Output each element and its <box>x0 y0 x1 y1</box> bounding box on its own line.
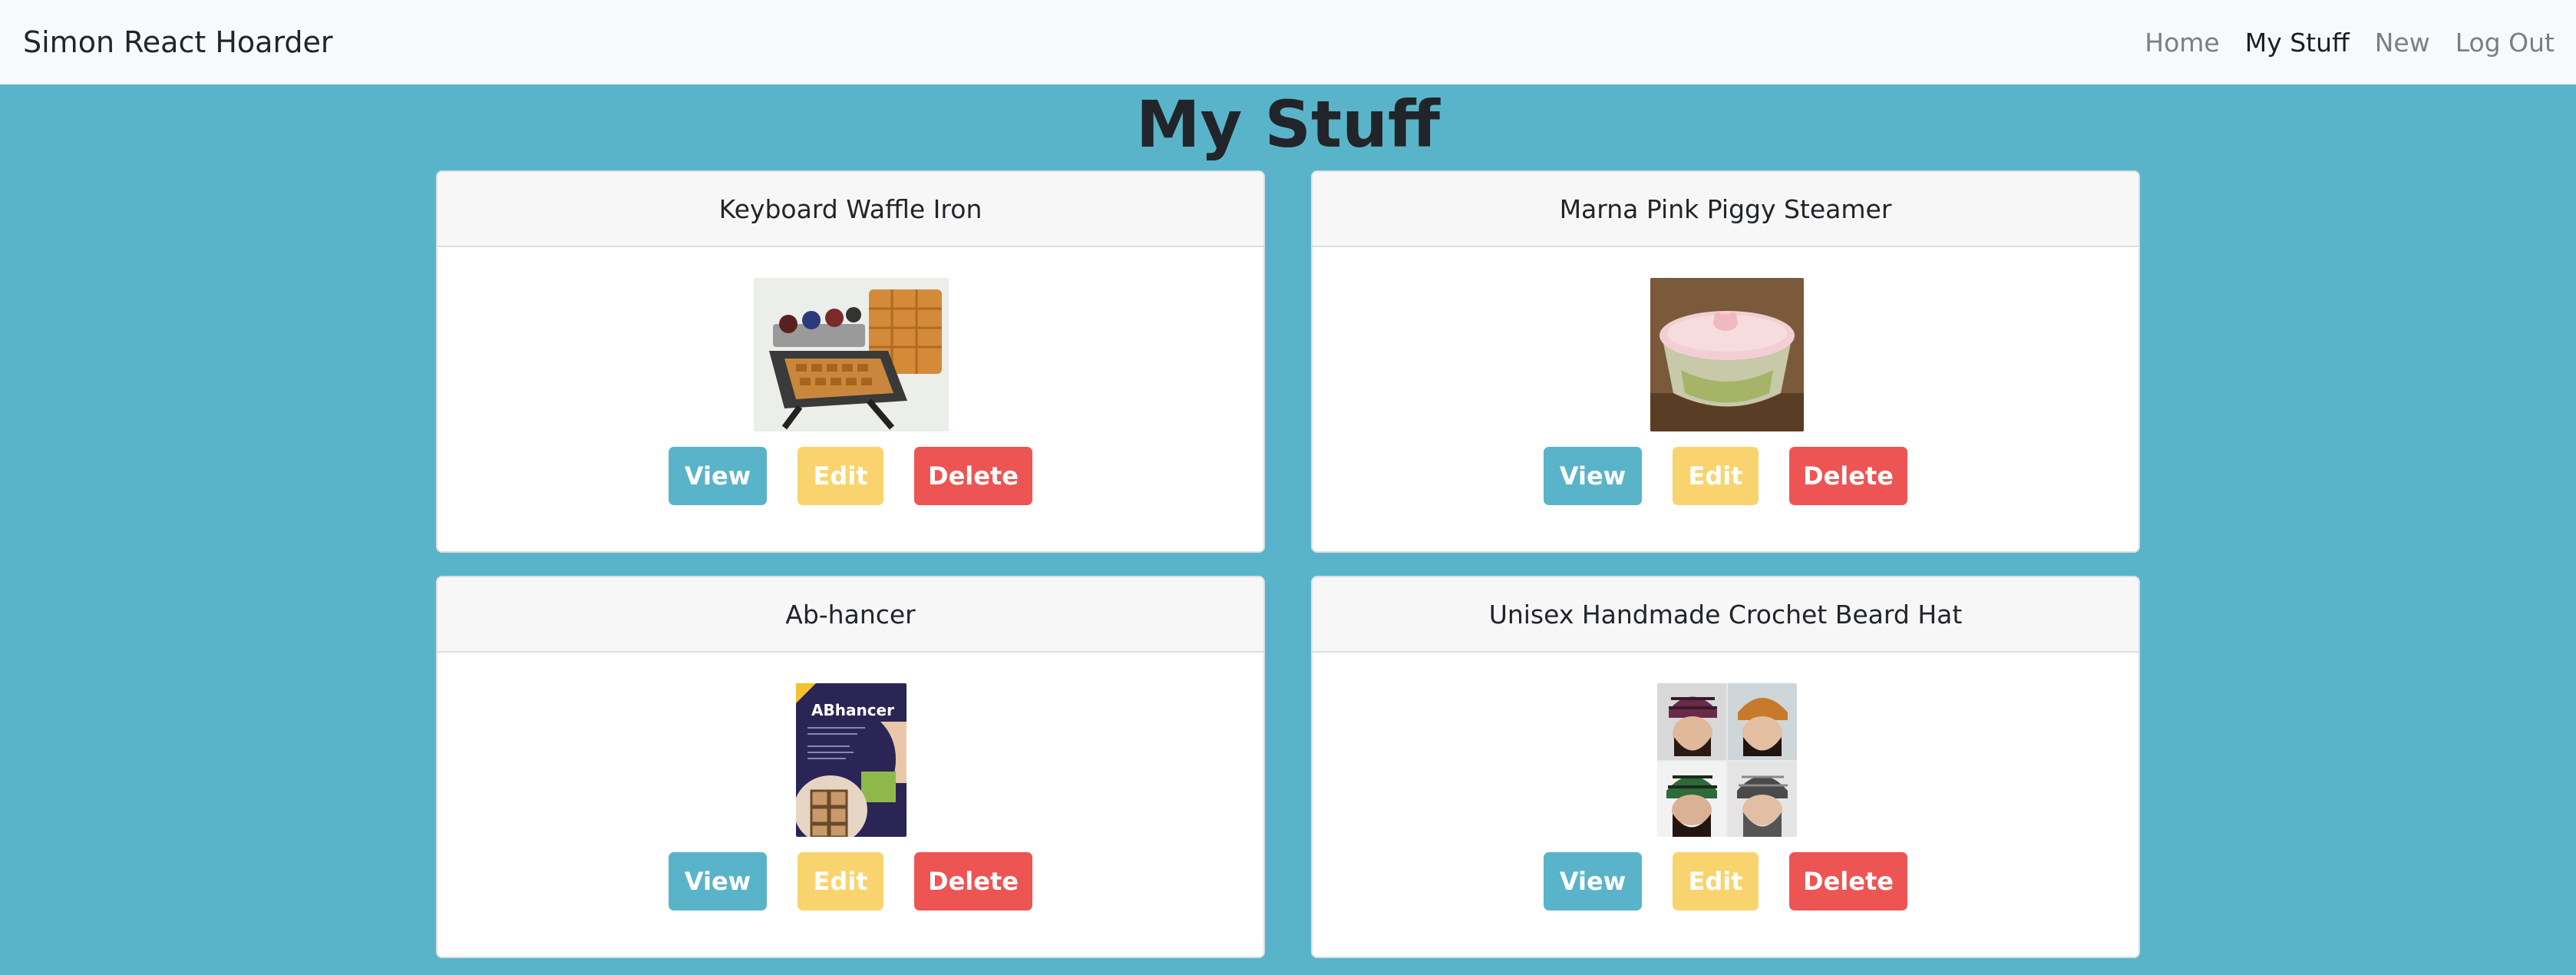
card-body: View Edit Delete <box>1313 653 2138 957</box>
card-body: ABhancer View Edit Delete <box>438 653 1263 957</box>
delete-button[interactable]: Delete <box>1789 852 1907 911</box>
delete-button[interactable]: Delete <box>914 852 1032 911</box>
item-card-ab-hancer: Ab-hancer ABhancer View Edit Delete <box>436 576 1265 958</box>
delete-button[interactable]: Delete <box>914 447 1032 505</box>
view-button[interactable]: View <box>669 852 767 911</box>
card-actions: View Edit Delete <box>438 447 1263 505</box>
card-body: View Edit Delete <box>438 247 1263 551</box>
view-button[interactable]: View <box>1544 852 1642 911</box>
ab-hancer-logo-text: ABhancer <box>811 701 894 719</box>
card-body: View Edit Delete <box>1313 247 2138 551</box>
card-actions: View Edit Delete <box>1313 447 2138 505</box>
item-card-keyboard-waffle-iron: Keyboard Waffle Iron View Edit Delete <box>436 170 1265 553</box>
card-actions: View Edit Delete <box>1313 852 2138 911</box>
nav-home-link[interactable]: Home <box>2145 28 2219 58</box>
item-image-ab-hancer: ABhancer <box>796 683 907 837</box>
item-image-keyboard-waffle-iron <box>754 278 949 431</box>
card-title: Keyboard Waffle Iron <box>718 193 983 224</box>
nav-my-stuff-link[interactable]: My Stuff <box>2245 28 2350 58</box>
card-header: Unisex Handmade Crochet Beard Hat <box>1313 577 2138 653</box>
view-button[interactable]: View <box>1544 447 1642 505</box>
edit-button[interactable]: Edit <box>798 447 883 505</box>
item-card-crochet-beard-hat: Unisex Handmade Crochet Beard Hat View E… <box>1311 576 2140 958</box>
edit-button[interactable]: Edit <box>1673 447 1759 505</box>
page-title: My Stuff <box>1135 87 1441 162</box>
nav-new-link[interactable]: New <box>2375 28 2430 58</box>
view-button[interactable]: View <box>669 447 767 505</box>
delete-button[interactable]: Delete <box>1789 447 1907 505</box>
item-card-marna-pink-piggy-steamer: Marna Pink Piggy Steamer View Edit Delet… <box>1311 170 2140 553</box>
nav-log-out-link[interactable]: Log Out <box>2455 28 2555 58</box>
card-header: Keyboard Waffle Iron <box>438 172 1263 247</box>
card-title: Unisex Handmade Crochet Beard Hat <box>1488 599 1963 630</box>
card-actions: View Edit Delete <box>438 852 1263 911</box>
card-title: Ab-hancer <box>785 599 916 630</box>
card-header: Marna Pink Piggy Steamer <box>1313 172 2138 247</box>
card-title: Marna Pink Piggy Steamer <box>1559 193 1892 224</box>
edit-button[interactable]: Edit <box>1673 852 1759 911</box>
card-header: Ab-hancer <box>438 577 1263 653</box>
navbar: Simon React Hoarder Home My Stuff New Lo… <box>0 0 2576 84</box>
item-image-marna-pink-piggy-steamer <box>1650 278 1804 431</box>
nav-links: Home My Stuff New Log Out <box>2119 28 2555 58</box>
brand-link[interactable]: Simon React Hoarder <box>23 25 333 59</box>
edit-button[interactable]: Edit <box>798 852 883 911</box>
item-image-crochet-beard-hat <box>1657 683 1797 837</box>
